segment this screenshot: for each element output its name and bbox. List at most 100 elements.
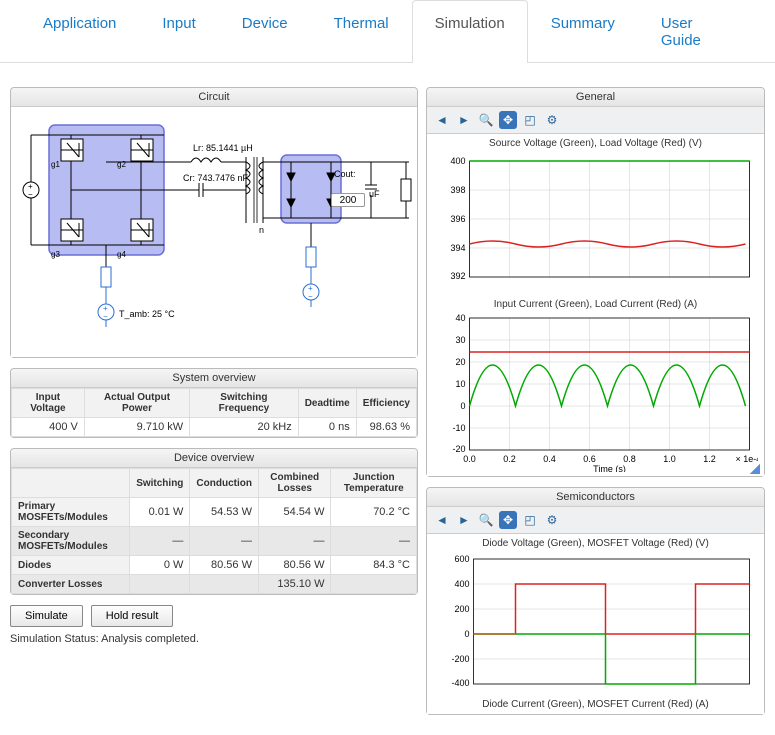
tab-user-guide[interactable]: User Guide (638, 0, 755, 63)
hold-result-button[interactable]: Hold result (91, 605, 174, 627)
sys-h1: Actual Output Power (84, 389, 189, 418)
sys-h3: Deadtime (298, 389, 356, 418)
simulate-button[interactable]: Simulate (10, 605, 83, 627)
svg-text:0.2: 0.2 (503, 454, 516, 464)
tab-application[interactable]: Application (20, 0, 139, 63)
dev-ch1: Conduction (190, 469, 259, 498)
svg-text:g4: g4 (117, 250, 126, 259)
system-overview-title: System overview (11, 369, 417, 388)
sys-v2: 20 kHz (190, 418, 299, 437)
svg-text:40: 40 (455, 313, 465, 323)
circuit-diagram: + − + − + − Lr: 85.1441 µH Cr: 743.7476 … (11, 107, 417, 357)
dev-r1: Secondary MOSFETs/Modules (12, 527, 130, 556)
dev-r2: Diodes (12, 556, 130, 575)
cout-label: Cout: (334, 169, 356, 179)
pan-icon[interactable]: ✥ (499, 111, 517, 129)
svg-text:30: 30 (455, 335, 465, 345)
tab-simulation[interactable]: Simulation (412, 0, 528, 63)
svg-text:0: 0 (460, 401, 465, 411)
circuit-panel: Circuit (10, 87, 418, 358)
nav-forward-icon[interactable]: ► (455, 111, 473, 129)
svg-text:g1: g1 (51, 160, 60, 169)
sys-h2: Switching Frequency (190, 389, 299, 418)
svg-text:Time (s): Time (s) (593, 464, 626, 472)
device-overview-table: Switching Conduction Combined Losses Jun… (11, 468, 417, 594)
sys-h0: Input Voltage (12, 389, 85, 418)
semiconductors-toolbar: ◄ ► 🔍 ✥ ◰ ⚙ (427, 507, 764, 534)
svg-text:0.4: 0.4 (543, 454, 556, 464)
device-overview-title: Device overview (11, 449, 417, 468)
semiconductors-panel-title: Semiconductors (427, 488, 764, 507)
svg-text:× 1e-4: × 1e-4 (736, 454, 759, 464)
svg-text:10: 10 (455, 379, 465, 389)
system-overview-panel: System overview Input Voltage Actual Out… (10, 368, 418, 438)
box-zoom-icon[interactable]: ◰ (521, 511, 539, 529)
nav-forward-icon[interactable]: ► (455, 511, 473, 529)
svg-text:0.8: 0.8 (623, 454, 636, 464)
dev-ch0: Switching (130, 469, 190, 498)
config-icon[interactable]: ⚙ (543, 111, 561, 129)
n-label: n (259, 225, 264, 235)
circuit-panel-title: Circuit (11, 88, 417, 107)
device-overview-panel: Device overview Switching Conduction Com… (10, 448, 418, 595)
dev-r3: Converter Losses (12, 575, 130, 594)
svg-text:0.0: 0.0 (463, 454, 476, 464)
cr-label: Cr: 743.7476 nF (183, 173, 249, 183)
tab-input[interactable]: Input (139, 0, 218, 63)
tab-device[interactable]: Device (219, 0, 311, 63)
sys-v0: 400 V (12, 418, 85, 437)
svg-text:−: − (308, 292, 313, 301)
main-tabs: Application Input Device Thermal Simulat… (0, 0, 775, 63)
tamb-label: T_amb: 25 °C (119, 309, 175, 319)
sys-v1: 9.710 kW (84, 418, 189, 437)
dev-ch3: Junction Temperature (331, 469, 417, 498)
general-panel-title: General (427, 88, 764, 107)
resize-handle-icon[interactable] (750, 464, 760, 474)
svg-text:20: 20 (455, 357, 465, 367)
svg-text:392: 392 (450, 271, 465, 281)
general-toolbar: ◄ ► 🔍 ✥ ◰ ⚙ (427, 107, 764, 134)
svg-text:g3: g3 (51, 250, 60, 259)
dev-ch2: Combined Losses (258, 469, 331, 498)
general-panel: General ◄ ► 🔍 ✥ ◰ ⚙ Source Voltage (Gree… (426, 87, 765, 477)
svg-text:-20: -20 (452, 444, 465, 454)
box-zoom-icon[interactable]: ◰ (521, 111, 539, 129)
semiconductors-panel: Semiconductors ◄ ► 🔍 ✥ ◰ ⚙ Diode Voltage… (426, 487, 765, 715)
svg-text:-10: -10 (452, 423, 465, 433)
chart-source-load-voltage: Source Voltage (Green), Load Voltage (Re… (427, 134, 764, 295)
tab-summary[interactable]: Summary (528, 0, 638, 63)
sys-h4: Efficiency (356, 389, 416, 418)
svg-text:−: − (28, 190, 33, 199)
svg-text:394: 394 (450, 243, 465, 253)
config-icon[interactable]: ⚙ (543, 511, 561, 529)
svg-text:600: 600 (454, 554, 469, 564)
chart-input-load-current: Input Current (Green), Load Current (Red… (427, 295, 764, 476)
cout-unit: uF (369, 189, 380, 199)
tab-thermal[interactable]: Thermal (311, 0, 412, 63)
svg-text:-400: -400 (451, 678, 469, 688)
svg-text:400: 400 (450, 156, 465, 166)
svg-text:200: 200 (454, 604, 469, 614)
svg-text:0: 0 (464, 629, 469, 639)
svg-text:396: 396 (450, 214, 465, 224)
zoom-icon[interactable]: 🔍 (477, 111, 495, 129)
svg-text:400: 400 (454, 579, 469, 589)
svg-text:g2: g2 (117, 160, 126, 169)
svg-text:1.2: 1.2 (703, 454, 716, 464)
pan-icon[interactable]: ✥ (499, 511, 517, 529)
simulation-status: Simulation Status: Analysis completed. (10, 633, 418, 645)
svg-text:398: 398 (450, 185, 465, 195)
sys-v3: 0 ns (298, 418, 356, 437)
system-overview-table: Input Voltage Actual Output Power Switch… (11, 388, 417, 437)
cout-input[interactable] (331, 193, 365, 207)
svg-text:−: − (103, 312, 108, 321)
svg-text:-200: -200 (451, 654, 469, 664)
svg-text:0.6: 0.6 (583, 454, 596, 464)
sys-v4: 98.63 % (356, 418, 416, 437)
chart-diode-mosfet-voltage: Diode Voltage (Green), MOSFET Voltage (R… (427, 534, 764, 695)
nav-back-icon[interactable]: ◄ (433, 511, 451, 529)
nav-back-icon[interactable]: ◄ (433, 111, 451, 129)
lr-label: Lr: 85.1441 µH (193, 143, 253, 153)
svg-text:1.0: 1.0 (663, 454, 676, 464)
zoom-icon[interactable]: 🔍 (477, 511, 495, 529)
